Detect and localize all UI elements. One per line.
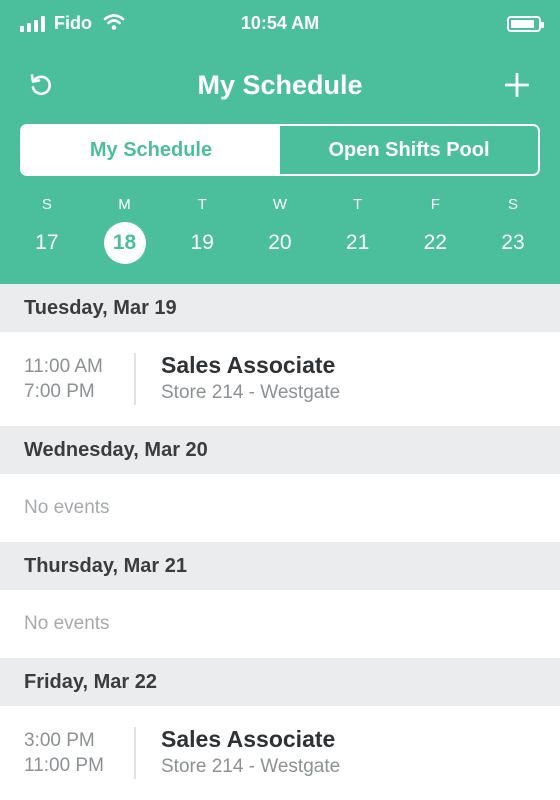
day-section-header: Friday, Mar 22 xyxy=(0,658,560,706)
battery-icon xyxy=(507,16,544,32)
shift-start-time: 11:00 AM xyxy=(24,356,103,377)
day-of-week-label: S xyxy=(507,196,518,213)
no-events-label: No events xyxy=(0,474,560,542)
add-button[interactable] xyxy=(500,68,534,102)
shift-location: Store 214 - Westgate xyxy=(161,382,341,403)
shift-end-time: 7:00 PM xyxy=(24,381,95,402)
date-number: 23 xyxy=(501,231,525,254)
day-section-header: Tuesday, Mar 19 xyxy=(0,284,560,332)
tab-open-shifts-pool[interactable]: Open Shifts Pool xyxy=(280,126,538,174)
day-of-week-label: S xyxy=(41,196,52,213)
app-header: Fido 10:54 AM My Schedule My Schedule Op… xyxy=(0,0,560,284)
date-number: 21 xyxy=(345,231,370,254)
shift-times: 11:00 AM 7:00 PM xyxy=(24,354,103,404)
date-number: 22 xyxy=(423,231,447,254)
day-of-week-label: W xyxy=(272,196,287,213)
day-section-header: Wednesday, Mar 20 xyxy=(0,426,560,474)
shift-end-time: 11:00 PM xyxy=(24,755,104,776)
tab-my-schedule[interactable]: My Schedule xyxy=(22,126,280,174)
shift-divider xyxy=(134,727,136,779)
day-tuesday[interactable]: T 19 xyxy=(163,194,241,264)
agenda-list: Tuesday, Mar 19 11:00 AM 7:00 PM Sales A… xyxy=(0,284,560,800)
shift-location: Store 214 - Westgate xyxy=(161,756,341,777)
shift-times: 3:00 PM 11:00 PM xyxy=(24,728,104,778)
status-bar: Fido 10:54 AM xyxy=(0,0,560,48)
day-thursday[interactable]: T 21 xyxy=(319,194,397,264)
day-of-week-label: T xyxy=(197,196,207,213)
date-number: 19 xyxy=(190,231,214,254)
date-number: 20 xyxy=(268,231,292,254)
date-number-selected: 18 xyxy=(103,222,146,264)
day-section-header: Thursday, Mar 21 xyxy=(0,542,560,590)
day-sunday[interactable]: S 17 xyxy=(8,194,86,264)
day-of-week-label: T xyxy=(353,196,363,213)
schedule-tabs: My Schedule Open Shifts Pool xyxy=(20,124,540,176)
shift-role: Sales Associate xyxy=(161,352,336,378)
page-title: My Schedule xyxy=(197,70,363,100)
day-wednesday[interactable]: W 20 xyxy=(241,194,319,264)
day-of-week-label: F xyxy=(430,196,440,213)
day-saturday[interactable]: S 23 xyxy=(474,194,552,264)
no-events-label: No events xyxy=(0,590,560,658)
shift-role: Sales Associate xyxy=(161,726,336,752)
day-of-week-label: M xyxy=(118,196,131,213)
shift-start-time: 3:00 PM xyxy=(24,730,95,751)
day-monday[interactable]: M 18 xyxy=(86,194,164,264)
day-friday[interactable]: F 22 xyxy=(396,194,474,264)
shift-divider xyxy=(134,353,136,405)
status-time: 10:54 AM xyxy=(240,13,320,33)
shift-card[interactable]: 11:00 AM 7:00 PM Sales Associate Store 2… xyxy=(0,332,560,426)
week-strip: S 17 M 18 T 19 W 20 T 21 F 22 S 23 xyxy=(8,194,552,264)
date-number: 17 xyxy=(35,231,59,254)
shift-card[interactable]: 3:00 PM 11:00 PM Sales Associate Store 2… xyxy=(0,706,560,800)
plus-icon xyxy=(505,73,529,97)
